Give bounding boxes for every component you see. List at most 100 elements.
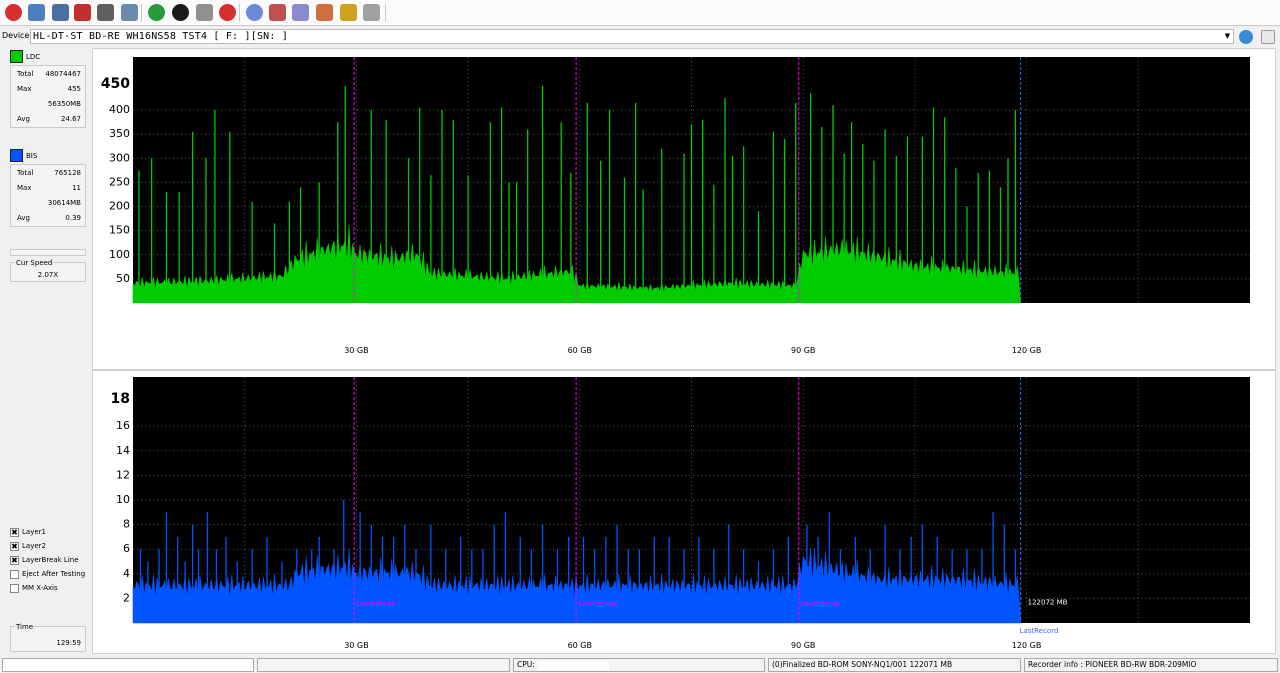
ldc-size-value: 56350MB <box>47 100 81 108</box>
toolbar-separator <box>239 4 240 22</box>
bis-chart: LayerBreak LayerBreak LayerBreak 122072 MB L… <box>111 377 1250 650</box>
toolbar <box>0 0 1280 26</box>
ldc-total-label: Total <box>17 70 34 78</box>
x-tick-label: 60 GB <box>568 346 592 355</box>
ldc-max-value: 455 <box>67 85 81 93</box>
y-tick-label: 250 <box>109 175 130 188</box>
speed-value: 2.07X <box>37 271 59 279</box>
chart-icon[interactable] <box>340 4 357 21</box>
cpu-meter <box>538 660 609 670</box>
y-tick-label: 350 <box>109 127 130 140</box>
x-tick-label: 90 GB <box>791 641 815 650</box>
copy-icon[interactable] <box>121 4 138 21</box>
clean-icon[interactable] <box>363 4 380 21</box>
recorder-info-field: Recorder info : PIONEER BD-RW BDR-209MIO <box>1024 658 1278 672</box>
bis-avg-label: Avg <box>17 214 30 222</box>
ldc-total-value: 48074467 <box>45 70 81 78</box>
refresh-icon[interactable] <box>148 4 165 21</box>
option-label: MM X-Axis <box>22 584 58 592</box>
y-tick-label: 150 <box>109 224 130 237</box>
start-icon[interactable] <box>172 4 189 21</box>
bis-stats: Total 765128 Max 11 30614MB Avg 0.39 <box>10 164 86 227</box>
bis-total-value: 765128 <box>54 169 81 177</box>
ldc-header: LDC <box>10 50 86 64</box>
y-tick-label: 4 <box>123 567 130 580</box>
checkbox[interactable]: ✖ <box>10 528 19 537</box>
ldc-chart-panel: 50 100 150 200 250 300 350 400 450 30 GB 60 GB 90 G… <box>92 48 1276 370</box>
disc-info-field: (0)Finalized BD-ROM SONY-NQ1/001 122071 … <box>768 658 1021 672</box>
option-label: LayerBreak Line <box>22 556 79 564</box>
toolbar-separator <box>385 4 386 22</box>
layer-break-label: LayerBreak <box>801 600 842 608</box>
ldc-avg-value: 24.67 <box>60 115 81 123</box>
device-info-icon[interactable] <box>52 4 69 21</box>
progress-field <box>2 658 254 672</box>
ldc-swatch <box>10 50 23 63</box>
stop-icon[interactable] <box>219 4 236 21</box>
checkbox[interactable]: ✖ <box>10 556 19 565</box>
chevron-down-icon[interactable]: ▼ <box>1222 30 1233 43</box>
screenshot-icon[interactable] <box>316 4 333 21</box>
divider-box <box>10 249 86 256</box>
status-bar: CPU: (0)Finalized BD-ROM SONY-NQ1/001 12… <box>0 656 1280 673</box>
bis-avg-value: 0.39 <box>65 214 81 222</box>
quick-scan-icon[interactable] <box>196 4 213 21</box>
device-select[interactable]: HL-DT-ST BD-RE WH16NS58 TST4 [ F: ][SN: … <box>30 29 1234 44</box>
x-tick-label: 120 GB <box>1012 346 1042 355</box>
erase-icon[interactable] <box>74 4 91 21</box>
y-max-label: 18 <box>111 391 130 407</box>
burn-icon[interactable] <box>269 4 286 21</box>
disc-quality-icon[interactable] <box>246 4 263 21</box>
eject-icon[interactable] <box>1261 30 1275 44</box>
y-tick-label: 8 <box>123 518 130 531</box>
option-label: Layer2 <box>22 542 46 550</box>
time-label: Time <box>15 623 35 631</box>
y-tick-label: 100 <box>109 248 130 261</box>
x-tick-label: 60 GB <box>568 641 592 650</box>
device-label: Device: <box>2 31 33 40</box>
ldc-stats: Total 48074467 Max 455 56350MB Avg 24.67 <box>10 65 86 128</box>
y-tick-label: 300 <box>109 151 130 164</box>
sidebar: LDC Total 48074467 Max 455 56350MB Avg 24.6… <box>4 48 88 654</box>
exit-icon[interactable] <box>5 4 22 21</box>
time-value: 129:59 <box>56 639 81 647</box>
checkbox[interactable]: ✖ <box>10 542 19 551</box>
y-tick-label: 10 <box>116 493 130 506</box>
disc-icon[interactable] <box>97 4 114 21</box>
bis-swatch <box>10 149 23 162</box>
bis-size-value: 30614MB <box>47 199 81 207</box>
x-tick-label: 30 GB <box>344 641 368 650</box>
layer-break-label: LayerBreak <box>578 600 619 608</box>
refresh-device-icon[interactable] <box>1239 30 1253 44</box>
bis-total-label: Total <box>17 169 34 177</box>
status-field-empty <box>257 658 510 672</box>
device-bar: Device: HL-DT-ST BD-RE WH16NS58 TST4 [ F… <box>0 28 1280 46</box>
options-list: ✖ Layer1 ✖ Layer2 ✖ LayerBreak Line Eject Afte… <box>4 528 88 598</box>
y-tick-label: 2 <box>123 591 130 604</box>
toolbar-separator <box>141 4 142 22</box>
checkbox[interactable] <box>10 570 19 579</box>
y-tick-label: 400 <box>109 103 130 116</box>
ldc-max-label: Max <box>17 85 32 93</box>
cpu-field: CPU: <box>513 658 765 672</box>
ldc-label: LDC <box>26 53 41 61</box>
x-tick-label: 90 GB <box>791 346 815 355</box>
y-tick-label: 200 <box>109 200 130 213</box>
bis-max-value: 11 <box>72 184 81 192</box>
last-record-value: 122072 MB <box>1028 599 1068 607</box>
y-tick-label: 14 <box>116 444 130 457</box>
layer-break-label: LayerBreak <box>356 600 397 608</box>
last-record-label: LastRecord <box>1020 627 1059 635</box>
bis-label: BIS <box>26 152 38 160</box>
y-tick-label: 12 <box>116 468 130 481</box>
save-icon[interactable] <box>292 4 309 21</box>
option-label: Eject After Testing <box>22 570 86 578</box>
ldc-avg-label: Avg <box>17 115 30 123</box>
x-tick-label: 30 GB <box>344 346 368 355</box>
checkbox[interactable] <box>10 584 19 593</box>
bis-max-label: Max <box>17 184 32 192</box>
y-max-label: 450 <box>101 76 130 92</box>
settings-icon[interactable] <box>28 4 45 21</box>
speed-label: Cur Speed <box>15 259 54 267</box>
bis-header: BIS <box>10 149 86 163</box>
